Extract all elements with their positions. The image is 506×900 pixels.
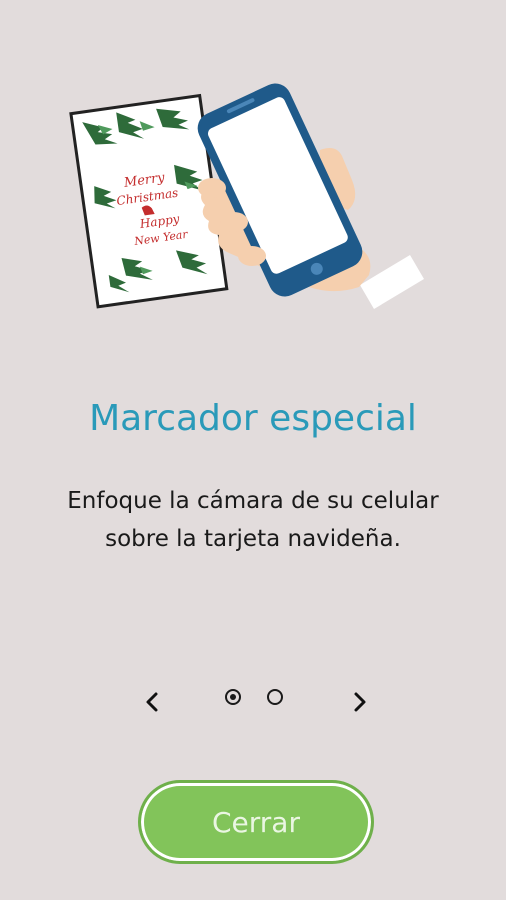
close-button-label: Cerrar <box>212 805 300 839</box>
page-dot-2[interactable] <box>267 689 283 705</box>
pager-navigation <box>0 683 506 723</box>
page-dot-1-active[interactable] <box>225 689 241 705</box>
onboarding-description: Enfoque la cámara de su celular sobre la… <box>67 488 439 552</box>
onboarding-title: Marcador especial <box>89 398 417 439</box>
chevron-right-icon[interactable] <box>345 687 375 717</box>
hero-illustration: Merry Christmas Happy New Year <box>69 83 424 309</box>
chevron-left-icon[interactable] <box>137 687 167 717</box>
close-button[interactable]: Cerrar <box>138 780 374 864</box>
